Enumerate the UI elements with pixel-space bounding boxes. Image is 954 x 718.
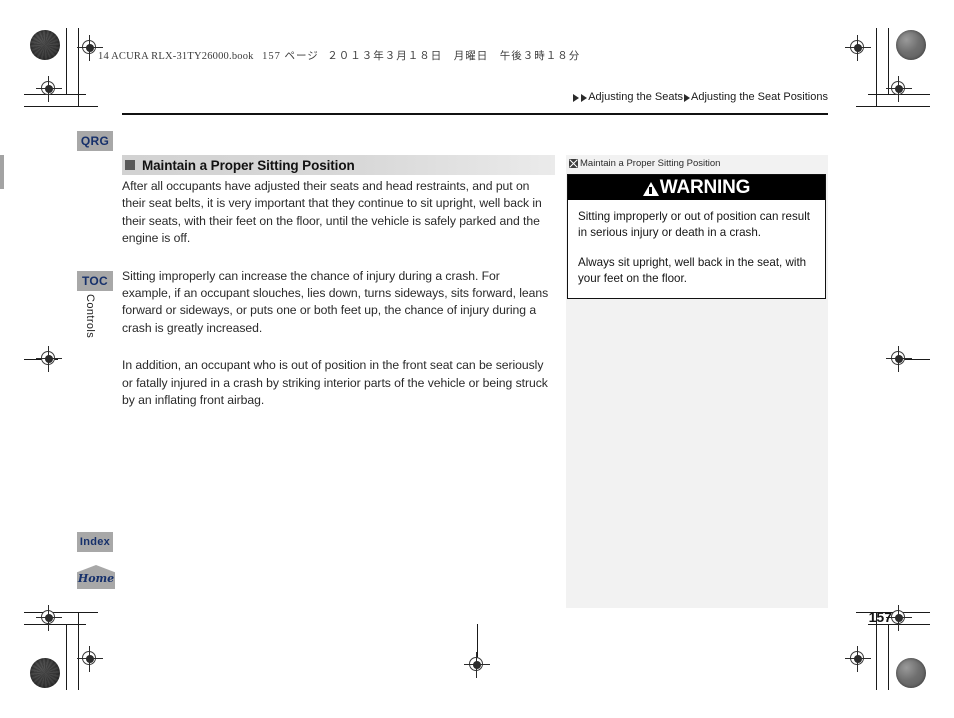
registration-target-icon	[845, 646, 871, 672]
chapter-label-controls: Controls	[84, 294, 96, 339]
warning-paragraph: Sitting improperly or out of position ca…	[578, 210, 810, 239]
body-paragraph: Sitting improperly can increase the chan…	[122, 268, 549, 335]
section-header: Maintain a Proper Sitting Position	[122, 155, 555, 175]
cross-reference-icon	[569, 159, 578, 168]
header-divider	[122, 113, 828, 115]
body-paragraph: In addition, an occupant who is out of p…	[122, 358, 548, 408]
slug-filename: 14 ACURA RLX-31TY26000.book	[98, 51, 254, 62]
slug-date: ２０１３年３月１８日 月曜日 午後３時１８分	[327, 51, 581, 62]
body-paragraph: After all occupants have adjusted their …	[122, 179, 542, 246]
sidebar-item-qrg[interactable]: QRG	[77, 131, 113, 151]
slug-page: 157 ページ	[262, 51, 319, 62]
sidebar-item-toc[interactable]: TOC	[77, 271, 113, 291]
warning-title-bar: WARNING	[568, 175, 825, 200]
chevron-right-icon	[581, 93, 588, 102]
chevron-right-icon	[684, 93, 691, 102]
warning-paragraph: Always sit upright, well back in the sea…	[578, 256, 807, 285]
crop-mark-line	[66, 624, 67, 690]
crop-mark-line	[888, 624, 889, 690]
body-text-column: After all occupants have adjusted their …	[122, 178, 552, 429]
page-title: Maintain a Proper Sitting Position	[142, 157, 355, 173]
chevron-right-icon	[573, 93, 580, 102]
registration-target-icon	[36, 605, 62, 631]
side-note-reference: Maintain a Proper Sitting Position	[569, 158, 720, 169]
crop-mark-line	[24, 106, 98, 107]
side-note-reference-label: Maintain a Proper Sitting Position	[580, 158, 721, 169]
warning-triangle-icon	[642, 181, 659, 196]
color-calibration-patch	[30, 30, 60, 60]
color-calibration-patch	[30, 658, 60, 688]
crop-mark-line	[66, 28, 67, 94]
manual-page: 14 ACURA RLX-31TY26000.book 157 ページ ２０１３…	[0, 0, 954, 718]
registration-target-icon	[886, 76, 912, 102]
registration-target-icon	[77, 646, 103, 672]
color-calibration-patch	[896, 658, 926, 688]
sidebar-item-home[interactable]: Home	[77, 565, 115, 589]
sidebar-item-index[interactable]: Index	[77, 532, 113, 552]
print-slug: 14 ACURA RLX-31TY26000.book 157 ページ ２０１３…	[98, 48, 580, 63]
breadcrumb: Adjusting the Seats Adjusting the Seat P…	[572, 91, 828, 103]
warning-box: WARNING Sitting improperly or out of pos…	[567, 174, 826, 299]
warning-body: Sitting improperly or out of position ca…	[568, 200, 825, 298]
warning-title: WARNING	[659, 177, 751, 198]
crop-mark-line	[856, 106, 930, 107]
registration-target-icon	[36, 346, 62, 372]
page-edge-tab	[0, 155, 4, 189]
registration-target-icon	[464, 652, 490, 678]
registration-target-icon	[845, 35, 871, 61]
breadcrumb-item-adjusting-the-seats[interactable]: Adjusting the Seats	[588, 91, 683, 103]
square-bullet-icon	[125, 160, 135, 170]
page-number: 157	[868, 609, 892, 625]
registration-target-icon	[36, 76, 62, 102]
side-note-panel: Maintain a Proper Sitting Position WARNI…	[566, 155, 828, 608]
registration-target-icon	[886, 346, 912, 372]
color-calibration-patch	[896, 30, 926, 60]
home-button-label: Home	[77, 572, 115, 585]
breadcrumb-item-adjusting-the-seat-positions[interactable]: Adjusting the Seat Positions	[691, 91, 828, 103]
crop-mark-line	[876, 28, 877, 106]
